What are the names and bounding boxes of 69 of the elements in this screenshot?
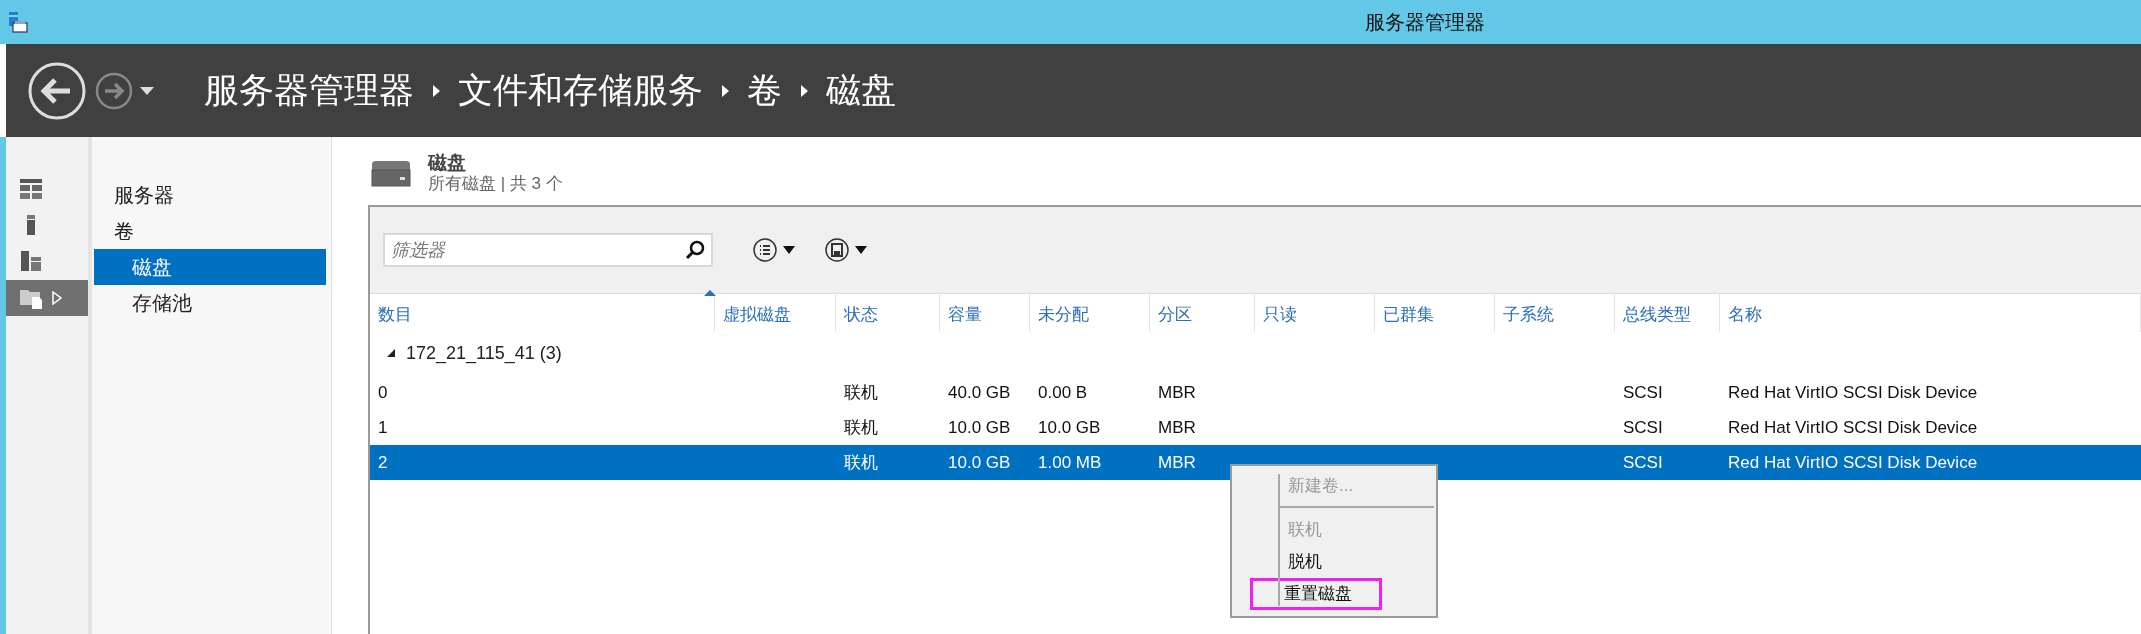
table-cell-text: 10.0 GB (947, 416, 1012, 439)
table-cell-text: 1.00 MB (1037, 451, 1103, 474)
caret-icon (855, 246, 867, 254)
forward-icon[interactable] (94, 70, 134, 111)
column-header[interactable]: 未分配 (1030, 294, 1150, 332)
table-cell-text: 联机 (843, 381, 879, 404)
menu-item[interactable]: 脱机 (1236, 546, 1428, 578)
nav-item[interactable]: 磁盘 (94, 249, 326, 285)
folder-icon (20, 287, 42, 309)
column-header[interactable]: 数目 (370, 294, 715, 332)
nav-item[interactable]: 服务器 (94, 177, 326, 213)
table-cell-text: MBR (1157, 451, 1197, 474)
table-cell-text: 0 (377, 381, 389, 404)
view-options-button[interactable] (753, 238, 795, 262)
save-icon (825, 238, 849, 262)
column-header[interactable]: 状态 (836, 294, 940, 332)
caret-icon (783, 246, 795, 254)
chevron-icon (800, 84, 808, 97)
column-header[interactable]: 子系统 (1495, 294, 1615, 332)
list-icon (753, 238, 777, 262)
nav-item[interactable]: 存储池 (94, 285, 326, 321)
table-cell-text: Red Hat VirtIO SCSI Disk Device (1727, 416, 1979, 439)
section-subtitle: 所有磁盘 | 共 3 个 (428, 174, 563, 195)
chevron-icon (721, 84, 729, 97)
column-header[interactable]: 只读 (1255, 294, 1375, 332)
table-cell-text: SCSI (1622, 451, 1664, 474)
table-cell-text: 联机 (843, 451, 879, 474)
table-cell-text: Red Hat VirtIO SCSI Disk Device (1727, 451, 1979, 474)
table-cell-text: MBR (1157, 381, 1197, 404)
table-cell-text: 0.00 B (1037, 381, 1089, 404)
chevron-icon (432, 84, 440, 97)
dashboard-icon (20, 179, 42, 201)
sidebar-icon-button[interactable] (6, 280, 88, 316)
table-cell-text: Red Hat VirtIO SCSI Disk Device (1727, 381, 1979, 404)
column-header[interactable]: 名称 (1720, 294, 2141, 332)
table-cell-text: 1 (377, 416, 389, 439)
table-cell-text: SCSI (1622, 381, 1664, 404)
breadcrumb-item[interactable]: 服务器管理器 (204, 64, 414, 117)
window-title: 服务器管理器 (1365, 10, 1485, 35)
column-header[interactable]: 分区 (1150, 294, 1255, 332)
collapse-triangle-icon[interactable] (386, 348, 396, 358)
column-header[interactable]: 已群集 (1375, 294, 1495, 332)
table-cell-text: 40.0 GB (947, 381, 1012, 404)
section-title: 磁盘 (428, 153, 467, 175)
column-header[interactable]: 容量 (940, 294, 1030, 332)
dropdown-icon[interactable] (140, 85, 154, 96)
breadcrumb-item[interactable]: 卷 (747, 64, 782, 117)
app-icon (6, 11, 28, 33)
disk-icon (368, 160, 414, 188)
table-cell-text: MBR (1157, 416, 1197, 439)
table-cell-text: 10.0 GB (1037, 416, 1102, 439)
group-label: 172_21_115_41 (3) (406, 341, 562, 366)
breadcrumb-item[interactable]: 磁盘 (826, 64, 896, 117)
search-icon (685, 240, 705, 260)
table-cell-text: SCSI (1622, 416, 1664, 439)
column-header[interactable]: 总线类型 (1615, 294, 1720, 332)
menu-item[interactable]: 重置磁盘 (1250, 578, 1382, 610)
filter-field[interactable]: 筛选器 (383, 233, 713, 267)
expand-arrow-icon (52, 291, 62, 305)
table-cell-text: 联机 (843, 416, 879, 439)
table-row[interactable]: 0 联机 40.0 GB 0.00 B MBR SCSI Red Hat VirtIO SCSI Disk Device (370, 375, 2141, 410)
column-header[interactable]: 虚拟磁盘 (715, 294, 836, 332)
breadcrumb-item[interactable]: 文件和存储服务 (458, 64, 703, 117)
table-cell-text: 2 (377, 451, 389, 474)
table-cell-text: 10.0 GB (947, 451, 1012, 474)
nav-item[interactable]: 卷 (94, 213, 326, 249)
table-row[interactable]: 1 联机 10.0 GB 10.0 GB MBR SCSI Red Hat VirtIO SCSI Disk Device (370, 410, 2141, 445)
server-icon (20, 251, 42, 273)
save-options-button[interactable] (825, 238, 867, 262)
